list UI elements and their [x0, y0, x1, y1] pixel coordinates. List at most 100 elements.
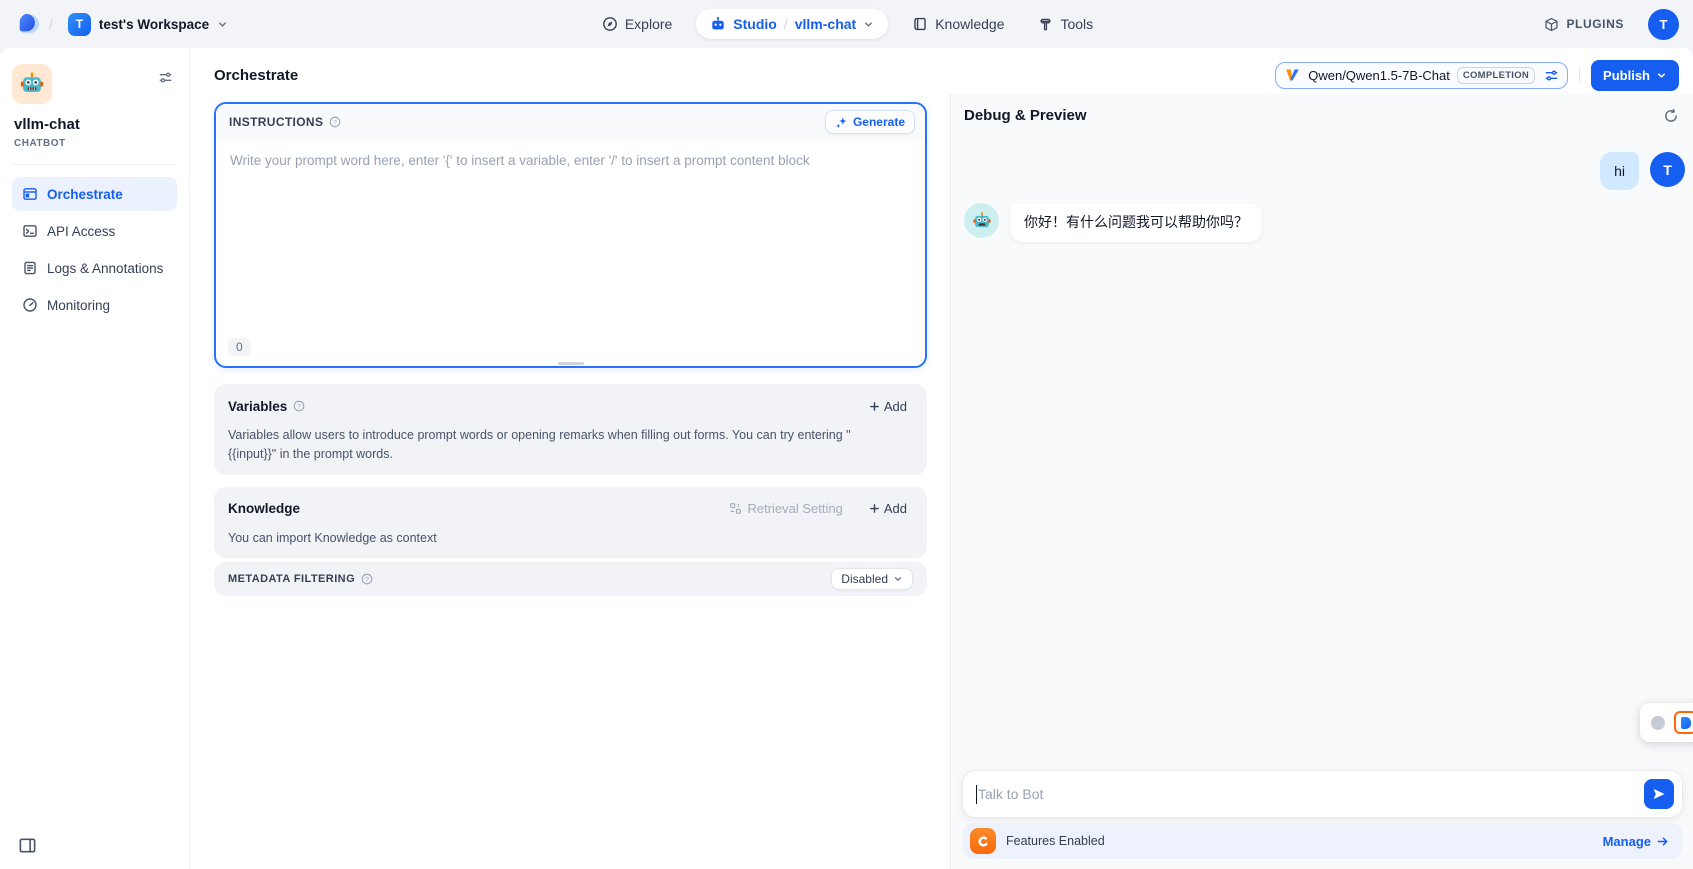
app-icon[interactable] [12, 64, 52, 104]
plus-icon [869, 503, 880, 514]
chat-input[interactable] [978, 786, 1644, 802]
chat-message-user: hi T [964, 152, 1685, 190]
knowledge-description: You can import Knowledge as context [228, 529, 853, 548]
top-header: / T test's Workspace Explore Studio / vl… [0, 0, 1693, 48]
model-provider-icon [1284, 67, 1301, 83]
sidebar-item-api-access[interactable]: API Access [12, 214, 177, 248]
metadata-filtering-select[interactable]: Disabled [831, 568, 913, 590]
variables-title: Variables [228, 399, 287, 414]
add-variable-button[interactable]: Add [863, 396, 913, 417]
help-icon[interactable]: ? [293, 400, 305, 412]
restart-conversation-icon[interactable] [1663, 108, 1679, 124]
nav-tools[interactable]: Tools [1028, 9, 1103, 39]
manage-label: Manage [1603, 834, 1651, 849]
publish-label: Publish [1603, 68, 1650, 83]
help-icon[interactable]: ? [361, 573, 373, 585]
app-body: vllm-chat CHATBOT Orchestrate API Access… [0, 48, 1693, 869]
sidebar-item-monitoring[interactable]: Monitoring [12, 288, 177, 322]
collapse-sidebar-icon[interactable] [18, 836, 37, 855]
dify-logo[interactable] [16, 11, 40, 37]
bot-avatar [964, 203, 999, 238]
orchestrate-config-panel: INSTRUCTIONS ? Generate Write your prom [190, 94, 950, 869]
user-message-bubble: hi [1600, 152, 1639, 190]
model-selector[interactable]: Qwen/Qwen1.5-7B-Chat COMPLETION [1275, 62, 1568, 89]
monitoring-icon [22, 297, 38, 313]
publish-button[interactable]: Publish [1591, 60, 1679, 91]
knowledge-icon [912, 16, 928, 32]
breadcrumb-separator: / [784, 16, 788, 32]
sidebar-item-label: Logs & Annotations [47, 261, 163, 276]
sidebar-item-label: Monitoring [47, 298, 110, 313]
variables-section: Variables ? Add Variables allow users to… [214, 384, 927, 475]
chat-message-assistant: 你好！有什么问题我可以帮助你吗？ [964, 203, 1685, 241]
workspace-avatar: T [68, 13, 91, 36]
nav-knowledge-label: Knowledge [935, 16, 1004, 32]
model-settings-icon[interactable] [1544, 68, 1559, 83]
instructions-title: INSTRUCTIONS [229, 115, 323, 129]
extension-icon [1674, 711, 1693, 734]
knowledge-title: Knowledge [228, 501, 300, 516]
knowledge-section: Knowledge Retrieval Setting Add [214, 487, 927, 558]
help-icon[interactable]: ? [329, 116, 341, 128]
app-name: vllm-chat [12, 116, 177, 133]
resize-handle[interactable] [558, 362, 584, 365]
divider [1579, 67, 1580, 83]
metadata-filtering-section: METADATA FILTERING ? Disabled [214, 562, 927, 596]
sidebar-item-label: API Access [47, 224, 115, 239]
features-icon [970, 828, 996, 854]
chat-area: hi T [951, 130, 1693, 771]
api-access-icon [22, 223, 38, 239]
manage-features-link[interactable]: Manage [1603, 834, 1669, 849]
bot-message-bubble: 你好！有什么问题我可以帮助你吗？ [1010, 203, 1262, 241]
nav-studio[interactable]: Studio / vllm-chat [696, 9, 888, 39]
nav-explore[interactable]: Explore [592, 9, 682, 39]
divider [12, 164, 177, 165]
workspace-selector[interactable]: T test's Workspace [62, 9, 234, 40]
chevron-down-icon [1656, 70, 1667, 81]
add-knowledge-label: Add [884, 501, 907, 516]
prompt-placeholder: Write your prompt word here, enter '{' t… [230, 153, 810, 168]
app-sidebar: vllm-chat CHATBOT Orchestrate API Access… [0, 48, 190, 869]
page-topbar: Orchestrate Qwen/Qwen1.5-7B-Chat COMPLET… [190, 48, 1693, 94]
send-button[interactable] [1644, 779, 1674, 809]
main-nav: Explore Studio / vllm-chat Knowledge Too… [592, 9, 1103, 39]
user-avatar[interactable]: T [1648, 9, 1679, 40]
robot-icon [710, 16, 726, 32]
text-caret [976, 785, 977, 804]
sidebar-item-label: Orchestrate [47, 187, 123, 202]
plus-icon [869, 401, 880, 412]
char-count-badge: 0 [228, 338, 251, 356]
add-knowledge-button[interactable]: Add [863, 498, 913, 519]
explore-icon [602, 16, 618, 32]
model-mode-badge: COMPLETION [1457, 67, 1535, 84]
browser-extension-widget[interactable] [1640, 703, 1693, 742]
generate-button[interactable]: Generate [825, 110, 915, 134]
workspace-name: test's Workspace [99, 17, 209, 32]
app-settings-icon[interactable] [158, 70, 173, 85]
sidebar-item-orchestrate[interactable]: Orchestrate [12, 177, 177, 211]
generate-label: Generate [853, 115, 905, 129]
robot-icon [972, 211, 992, 231]
chevron-down-icon [863, 19, 874, 30]
model-name: Qwen/Qwen1.5-7B-Chat [1308, 68, 1450, 83]
debug-preview-title: Debug & Preview [964, 107, 1087, 124]
logs-icon [22, 260, 38, 276]
debug-preview-panel: Debug & Preview hi T [950, 94, 1693, 869]
add-variable-label: Add [884, 399, 907, 414]
retrieval-setting-button[interactable]: Retrieval Setting [723, 498, 848, 519]
orchestrate-icon [22, 186, 38, 202]
breadcrumb-separator: / [49, 16, 53, 32]
drag-dot-icon [1651, 716, 1665, 730]
page-title: Orchestrate [214, 67, 298, 84]
plugins-button[interactable]: PLUGINS [1536, 11, 1632, 38]
metadata-filtering-value: Disabled [841, 572, 888, 586]
robot-icon [19, 71, 45, 97]
instructions-panel: INSTRUCTIONS ? Generate Write your prom [214, 102, 927, 368]
sidebar-item-logs-annotations[interactable]: Logs & Annotations [12, 251, 177, 285]
prompt-editor[interactable]: Write your prompt word here, enter '{' t… [216, 140, 925, 366]
plugins-label: PLUGINS [1566, 17, 1624, 31]
variables-description: Variables allow users to introduce promp… [228, 426, 853, 465]
features-bar: Features Enabled Manage [963, 823, 1682, 859]
chat-input-container [963, 771, 1682, 817]
nav-knowledge[interactable]: Knowledge [902, 9, 1014, 39]
